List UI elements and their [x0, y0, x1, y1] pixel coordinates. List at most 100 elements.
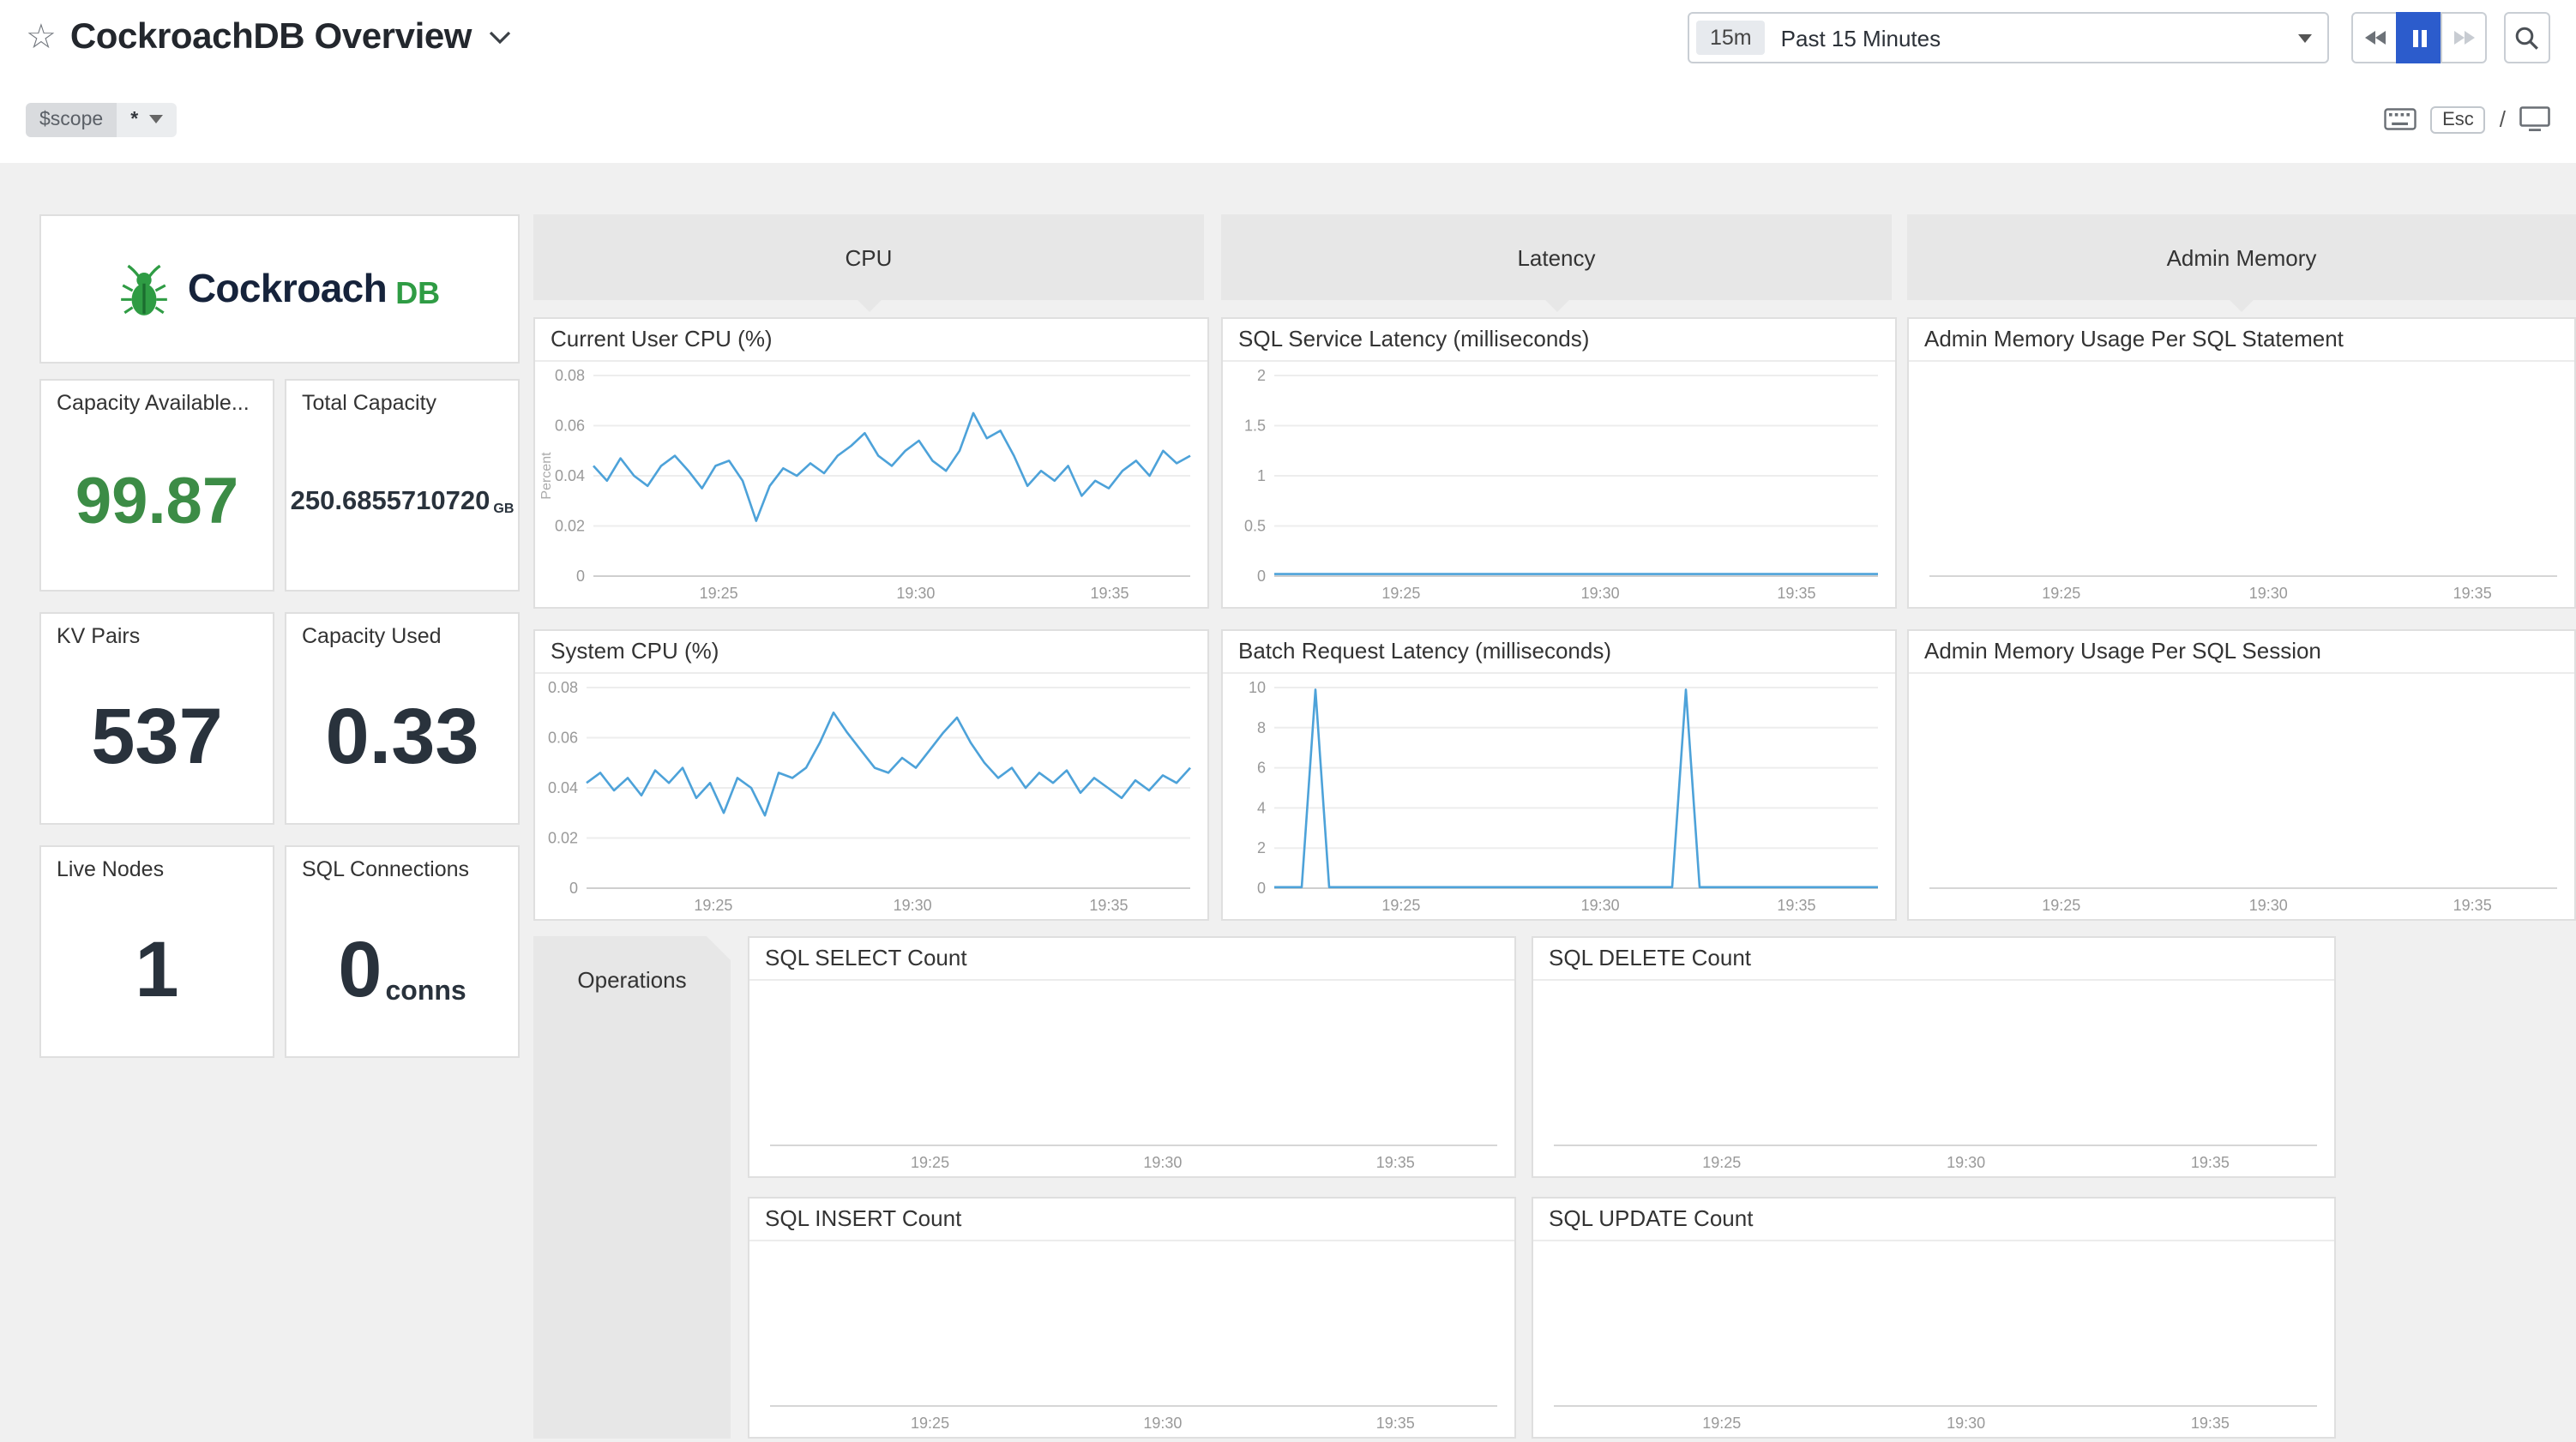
svg-text:19:35: 19:35: [1777, 897, 1815, 914]
page-title: CockroachDB Overview: [70, 17, 472, 58]
chart-title: SQL INSERT Count: [749, 1199, 1514, 1241]
stat-value: 537: [91, 696, 223, 775]
chart-plot-area[interactable]: 19:2519:3019:35: [1533, 1241, 2334, 1437]
scope-variable-name: $scope: [26, 102, 117, 136]
cockroach-bug-icon: [119, 261, 171, 316]
chart-plot-area[interactable]: 19:2519:3019:35: [749, 981, 1514, 1176]
svg-text:19:35: 19:35: [1777, 585, 1815, 602]
svg-text:19:30: 19:30: [1581, 585, 1620, 602]
svg-text:19:25: 19:25: [2042, 585, 2080, 602]
stat-capacity-available: Capacity Available... 99.87: [39, 379, 274, 592]
svg-text:0.5: 0.5: [1244, 518, 1266, 535]
svg-text:19:35: 19:35: [1376, 1154, 1415, 1171]
chart-sql-update-count: SQL UPDATE Count 19:2519:3019:35: [1532, 1197, 2336, 1439]
chart-title: Batch Request Latency (milliseconds): [1223, 631, 1895, 674]
stat-label: Total Capacity: [286, 381, 518, 415]
chart-plot-area[interactable]: 19:25 19:30 19:35: [1909, 362, 2574, 607]
esc-key-hint: Esc: [2430, 105, 2486, 133]
chart-title: System CPU (%): [535, 631, 1207, 674]
group-header-cpu[interactable]: CPU: [533, 214, 1204, 300]
title-chevron-down-icon[interactable]: [489, 31, 511, 45]
template-variable-row: $scope * Esc /: [0, 75, 2576, 163]
svg-text:19:25: 19:25: [911, 1154, 949, 1171]
chart-admin-memory-session: Admin Memory Usage Per SQL Session 19:25…: [1907, 629, 2576, 921]
tv-mode-icon[interactable]: [2519, 106, 2550, 132]
stat-kv-pairs: KV Pairs 537: [39, 612, 274, 825]
svg-text:19:25: 19:25: [1702, 1415, 1741, 1432]
stat-value: 250.6855710720: [291, 490, 491, 516]
svg-text:2: 2: [1257, 839, 1266, 856]
svg-text:19:25: 19:25: [694, 897, 732, 914]
svg-text:1: 1: [1257, 467, 1266, 484]
keyboard-icon[interactable]: [2384, 108, 2417, 130]
svg-text:0: 0: [569, 880, 578, 897]
chart-admin-memory-statement: Admin Memory Usage Per SQL Statement 19:…: [1907, 317, 2576, 609]
brand-name: Cockroach: [188, 266, 387, 312]
chart-plot-area[interactable]: 00.020.040.060.0819:2519:3019:35: [535, 674, 1207, 919]
svg-text:19:25: 19:25: [1381, 897, 1420, 914]
favorite-star-icon[interactable]: ☆: [26, 21, 57, 55]
group-label: Admin Memory: [2167, 244, 2317, 270]
svg-text:19:25: 19:25: [2042, 897, 2080, 914]
cockroachdb-logo-widget: Cockroach DB: [39, 214, 520, 364]
stat-unit: GB: [493, 501, 514, 516]
chart-title: Admin Memory Usage Per SQL Statement: [1909, 319, 2574, 362]
group-header-operations[interactable]: Operations: [533, 936, 731, 1439]
time-range-selector[interactable]: 15m Past 15 Minutes: [1688, 12, 2329, 63]
chart-plot-area[interactable]: 00.511.5219:2519:3019:35: [1223, 362, 1895, 607]
zoom-search-button[interactable]: [2504, 12, 2550, 63]
dashboard-page: ☆ CockroachDB Overview 15m Past 15 Minut…: [0, 0, 2576, 1442]
stat-label: Capacity Available...: [41, 381, 273, 415]
scope-variable-dropdown[interactable]: $scope *: [26, 102, 176, 136]
stat-capacity-used: Capacity Used 0.33: [285, 612, 520, 825]
stat-label: SQL Connections: [286, 847, 518, 881]
playback-controls: [2351, 12, 2487, 63]
svg-text:19:25: 19:25: [1381, 585, 1420, 602]
svg-text:19:35: 19:35: [2453, 897, 2492, 914]
svg-text:19:30: 19:30: [1947, 1415, 1985, 1432]
chart-plot-area[interactable]: 19:2519:3019:35: [1909, 674, 2574, 919]
chart-sql-delete-count: SQL DELETE Count 19:2519:3019:35: [1532, 936, 2336, 1178]
stat-value: 1: [135, 929, 178, 1008]
chart-system-cpu: System CPU (%) 00.020.040.060.0819:2519:…: [533, 629, 1209, 921]
svg-text:19:35: 19:35: [1089, 897, 1128, 914]
svg-text:19:25: 19:25: [1702, 1154, 1741, 1171]
rewind-button[interactable]: [2351, 12, 2398, 63]
group-header-latency[interactable]: Latency: [1221, 214, 1892, 300]
svg-text:19:25: 19:25: [700, 585, 738, 602]
svg-text:19:30: 19:30: [1143, 1415, 1182, 1432]
svg-text:0.06: 0.06: [548, 730, 578, 747]
svg-text:0.04: 0.04: [555, 467, 585, 484]
topbar: ☆ CockroachDB Overview 15m Past 15 Minut…: [0, 0, 2576, 75]
svg-text:0.08: 0.08: [548, 679, 578, 696]
chart-sql-insert-count: SQL INSERT Count 19:25 19:30 19:35: [748, 1197, 1516, 1439]
chart-sql-select-count: SQL SELECT Count 19:2519:3019:35: [748, 936, 1516, 1178]
svg-text:19:25: 19:25: [911, 1415, 949, 1432]
chart-title: SQL UPDATE Count: [1533, 1199, 2334, 1241]
fast-forward-button[interactable]: [2441, 12, 2487, 63]
chart-plot-area[interactable]: 19:2519:3019:35: [1533, 981, 2334, 1176]
chart-plot-area[interactable]: 19:25 19:30 19:35: [749, 1241, 1514, 1437]
time-range-label: Past 15 Minutes: [1781, 25, 2298, 51]
svg-text:19:35: 19:35: [2453, 585, 2492, 602]
svg-text:19:35: 19:35: [2191, 1154, 2230, 1171]
rewind-icon: [2362, 29, 2386, 46]
slash-separator: /: [2500, 106, 2506, 132]
stat-unit: conns: [385, 977, 466, 1008]
scope-value-text: *: [130, 109, 138, 129]
shortcut-cluster: Esc /: [2384, 105, 2550, 133]
chart-plot-area[interactable]: 024681019:2519:3019:35: [1223, 674, 1895, 919]
chart-current-user-cpu: Current User CPU (%) 00.020.040.060.0819…: [533, 317, 1209, 609]
stat-value: 0: [338, 929, 382, 1008]
svg-text:1.5: 1.5: [1244, 418, 1266, 435]
svg-text:0: 0: [1257, 568, 1266, 585]
chart-plot-area[interactable]: 00.020.040.060.0819:2519:3019:35Percent: [535, 362, 1207, 607]
pause-button[interactable]: [2396, 12, 2442, 63]
brand-wordmark: Cockroach DB: [188, 266, 440, 312]
svg-text:19:30: 19:30: [2249, 585, 2288, 602]
stat-value: 99.87: [75, 470, 238, 535]
svg-text:0: 0: [1257, 880, 1266, 897]
stat-sql-connections: SQL Connections 0conns: [285, 845, 520, 1058]
svg-text:19:35: 19:35: [1376, 1415, 1415, 1432]
group-header-admin-memory[interactable]: Admin Memory: [1907, 214, 2576, 300]
